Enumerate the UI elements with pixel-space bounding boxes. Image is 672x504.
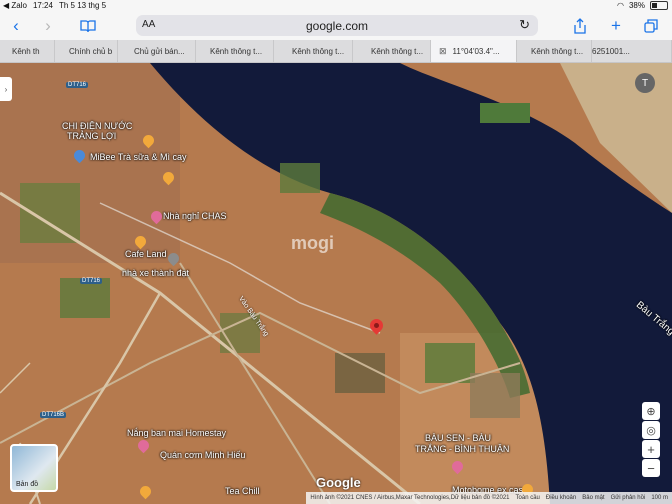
road-shield: DT716 [80,278,103,284]
link-feedback[interactable]: Gửi phản hồi [611,495,646,501]
place-label: MiBee Trà sữa & Mì cay [90,152,187,162]
status-time: 17:24 [32,1,53,10]
back-to-app[interactable]: ◀ Zalo [3,1,27,10]
browser-toolbar: ‹ › AA google.com ↻ + [0,12,672,40]
link-privacy[interactable]: Bảo mật [582,495,604,501]
tab[interactable]: Kênh thông t... [353,40,431,62]
tab-bar: Kênh th Chính chủ b Chủ gửi bán... Kênh … [0,40,672,63]
tab[interactable]: 6251001... [592,40,672,62]
reload-icon[interactable]: ↻ [519,17,530,33]
place-label: TRẢNG LỢI [67,131,117,141]
wifi-icon: ◠ [617,1,624,10]
place-label: Quán cơm Minh Hiếu [160,450,246,460]
attribution-bar: Hình ảnh ©2021 CNES / Airbus,Maxar Techn… [306,492,672,504]
forward-icon[interactable]: › [38,16,58,36]
back-icon[interactable]: ‹ [6,16,26,36]
battery-icon [650,1,668,10]
url-host: google.com [305,19,369,33]
map-type-thumbnail[interactable]: Bản đồ [10,444,58,492]
tab[interactable]: Chủ gửi bán... [118,40,196,62]
side-panel-toggle[interactable]: › [0,77,12,101]
zoom-out-button[interactable]: − [642,459,660,477]
tab[interactable]: Chính chủ b [55,40,118,62]
address-bar[interactable]: AA google.com ↻ [136,15,538,36]
road-shield: DT716B [40,412,67,418]
place-label: Nắng ban mai Homestay [127,428,227,438]
place-label: CHI ĐIỆN NƯỚC [62,121,133,131]
battery-percent: 38% [628,1,645,10]
place-label: Tea Chill [225,486,260,496]
tab-active[interactable]: ⊠ 11°04'03.4"... [431,40,517,62]
close-tab-icon[interactable]: ⊠ [439,46,447,57]
tab[interactable]: Kênh thông t... [196,40,274,62]
place-label: Nhà nghỉ CHAS [163,211,227,221]
compass-icon[interactable]: ⊕ [642,402,660,420]
status-date: Th 5 13 thg 5 [58,1,107,10]
google-logo: Google [316,475,361,490]
tab[interactable]: Kênh thông t... [517,40,592,62]
tab[interactable]: Kênh th [0,40,55,62]
satellite-map[interactable]: T › CHI ĐIỆN NƯỚC TRẢNG LỢI MiBee Trà sữ… [0,63,672,504]
place-label: TRẮNG - BÌNH THUẬN [415,444,510,454]
watermark: mogi [291,233,334,253]
place-label: BÀU SEN - BÀU [425,433,492,443]
tab[interactable]: Kênh thông t... [274,40,353,62]
place-label: Cafe Land [125,249,167,259]
bookmarks-icon[interactable] [78,16,98,36]
scale-label: 100 m [651,495,668,501]
tabs-overview-icon[interactable] [641,16,661,36]
road-shield: DT716 [66,82,89,88]
account-avatar[interactable]: T [635,73,655,93]
attribution-text: Hình ảnh ©2021 CNES / Airbus,Maxar Techn… [310,495,510,501]
new-tab-icon[interactable]: + [606,16,626,36]
place-label: nhà xe thành đạt [122,268,190,278]
status-bar: ◀ Zalo 17:24 Th 5 13 thg 5 ◠ 38% [0,0,672,12]
share-icon[interactable] [570,16,590,36]
link-terms[interactable]: Điều khoản [546,495,576,501]
my-location-icon[interactable]: ◎ [642,421,660,439]
zoom-in-button[interactable]: + [642,440,660,458]
map-type-label: Bản đồ [16,481,39,488]
link-global[interactable]: Toàn cầu [516,495,540,501]
